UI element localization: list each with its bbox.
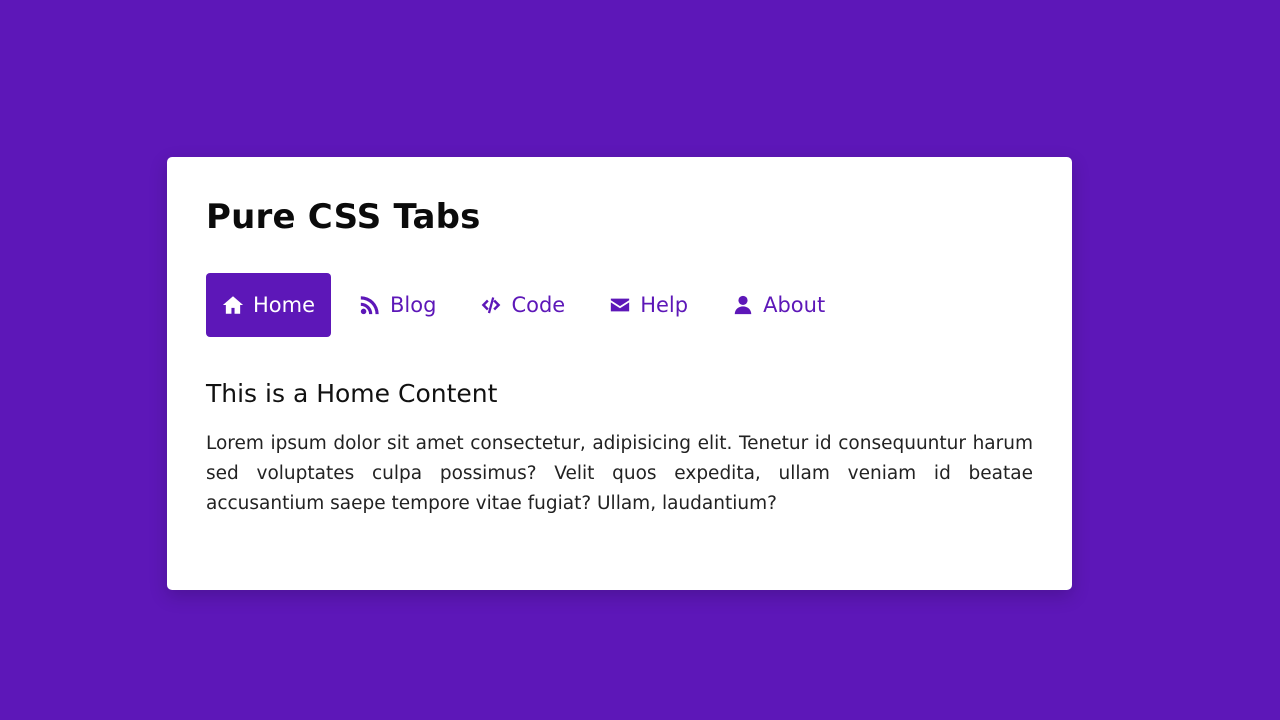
tab-label: About (763, 293, 826, 317)
tab-label: Code (511, 293, 566, 317)
code-icon (480, 294, 502, 316)
tab-about[interactable]: About (716, 273, 841, 337)
tab-bar: Home Blog Code Help About (206, 273, 853, 337)
tab-label: Home (253, 293, 316, 317)
tab-label: Blog (390, 293, 437, 317)
tab-blog[interactable]: Blog (343, 273, 452, 337)
card-title: Pure CSS Tabs (206, 197, 481, 237)
tab-home[interactable]: Home (206, 273, 332, 337)
tab-label: Help (640, 293, 689, 317)
envelope-icon (609, 294, 631, 316)
user-icon (732, 294, 754, 316)
tabs-card: Pure CSS Tabs Home Blog Code Help About … (167, 157, 1072, 590)
content-body: Lorem ipsum dolor sit amet consectetur, … (206, 433, 1033, 514)
tab-code[interactable]: Code (464, 273, 581, 337)
content-heading: This is a Home Content (206, 379, 498, 408)
rss-icon (359, 294, 381, 316)
tab-help[interactable]: Help (593, 273, 704, 337)
home-icon (222, 294, 244, 316)
